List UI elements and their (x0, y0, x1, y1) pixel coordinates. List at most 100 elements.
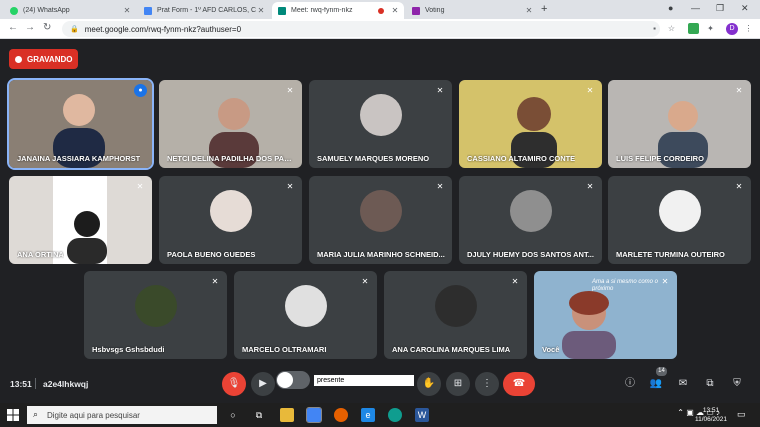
task-view-icon[interactable]: ⧉ (252, 408, 266, 422)
forward-icon[interactable]: → (25, 22, 35, 33)
close-tab-icon[interactable]: ✕ (122, 6, 132, 15)
tab-search-icon[interactable]: ● (668, 3, 673, 13)
search-icon: ⌕ (33, 409, 39, 419)
meet-stage: GRAVANDO ● JANAINA JASSIARA KAMPHORST ✕ … (0, 39, 760, 403)
participant-avatar (209, 190, 252, 233)
participant-tile[interactable]: ✕ MARCELO OLTRAMARI (234, 271, 377, 359)
menu-icon[interactable]: ⋮ (743, 23, 754, 34)
voting-icon (412, 6, 420, 15)
close-tab-icon[interactable]: ✕ (524, 6, 534, 15)
participant-tile[interactable]: ✕ PAOLA BUENO GUEDES (159, 176, 302, 264)
participant-avatar (359, 94, 402, 137)
mic-off-icon: ✕ (286, 86, 294, 95)
participant-tile[interactable]: ✕ LUIS FELIPE CORDEIRO (608, 80, 751, 168)
firefox-icon[interactable] (334, 408, 348, 422)
camera-toggle-button[interactable]: ▶ (251, 372, 275, 396)
participant-tile[interactable]: ✕ Hsbvsgs Gshsbdudi (84, 271, 227, 359)
people-count-badge: 14 (656, 367, 667, 376)
close-window-icon[interactable]: ✕ (741, 3, 749, 14)
restore-icon[interactable]: ❐ (716, 3, 724, 14)
participant-tile[interactable]: ✕ SAMUELY MARQUES MORENO (309, 80, 452, 168)
tab-voting[interactable]: Voting ✕ (406, 2, 538, 19)
participant-name: ANA ORTINA (17, 250, 64, 259)
activities-icon[interactable]: ⧉ (703, 377, 717, 391)
raise-hand-button[interactable]: ✋ (417, 372, 441, 396)
more-options-button[interactable]: ⋮ (475, 372, 499, 396)
participant-tile[interactable]: ● JANAINA JASSIARA KAMPHORST (7, 78, 154, 170)
lock-icon: 🔒 (70, 26, 79, 33)
mic-off-icon: ✕ (735, 182, 743, 191)
participant-name: Você (542, 345, 560, 354)
mic-off-icon: ✕ (735, 86, 743, 95)
edge-icon[interactable] (388, 408, 402, 422)
mic-off-icon: ✕ (511, 277, 519, 286)
star-icon[interactable]: ☆ (666, 23, 677, 34)
record-dot-icon (15, 55, 22, 63)
tab-whatsapp[interactable]: (24) WhatsApp ✕ (4, 2, 136, 19)
mic-off-icon: ✕ (436, 86, 444, 95)
browser-tab-bar: (24) WhatsApp ✕ Prat Form - 1º AFD CARLO… (0, 0, 760, 19)
tab-title: Meet: rwq-fynm-nkz (291, 7, 353, 14)
info-icon[interactable]: ⓘ (623, 377, 637, 391)
participant-tile[interactable]: ✕ MARIA JULIA MARINHO SCHNEID... (309, 176, 452, 264)
end-call-button[interactable]: ☎ (503, 372, 535, 396)
participant-tile[interactable]: ✕ CASSIANO ALTAMIRO CONTE (459, 80, 602, 168)
participant-name: CASSIANO ALTAMIRO CONTE (467, 154, 576, 163)
mic-toggle-button[interactable]: 🎙 (222, 372, 246, 396)
participant-avatar (134, 285, 177, 328)
camera-icon[interactable]: ▪ (649, 23, 660, 34)
participant-name: MARIA JULIA MARINHO SCHNEID... (317, 250, 445, 259)
participant-avatar (658, 190, 701, 233)
participant-tile[interactable]: ✕ MARLETE TURMINA OUTEIRO (608, 176, 751, 264)
taskbar-clock[interactable]: 13:51 11/06/2021 (693, 406, 729, 424)
back-icon[interactable]: ← (8, 22, 18, 33)
file-explorer-icon[interactable] (280, 408, 294, 422)
mic-off-icon: ✕ (586, 182, 594, 191)
tab-title: Prat Form - 1º AFD CARLOS, C E (157, 7, 256, 14)
participant-tile[interactable]: ✕ DJULY HUEMY DOS SANTOS ANT... (459, 176, 602, 264)
mic-off-icon: ✕ (361, 277, 369, 286)
puzzle-icon[interactable]: ✦ (705, 23, 716, 34)
tab-prat-form[interactable]: Prat Form - 1º AFD CARLOS, C E ✕ (138, 2, 270, 19)
chat-icon[interactable]: ✉ (676, 377, 690, 391)
participant-avatar (359, 190, 402, 233)
participant-tile[interactable]: ✕ ANA ORTINA (9, 176, 152, 264)
host-controls-icon[interactable]: ⛨ (730, 377, 744, 391)
url-text: meet.google.com/rwq-fynm-nkz?authuser=0 (84, 24, 242, 34)
whatsapp-icon (10, 6, 18, 15)
taskbar-search-field[interactable]: ⌕ Digite aqui para pesquisar (27, 406, 217, 424)
search-placeholder: Digite aqui para pesquisar (47, 410, 140, 420)
tab-title: Voting (425, 7, 445, 14)
participant-name: ANA CAROLINA MARQUES LIMA (392, 345, 511, 354)
attendance-input[interactable] (314, 375, 414, 386)
participant-tile[interactable]: ✕ ANA CAROLINA MARQUES LIMA (384, 271, 527, 359)
tab-meet[interactable]: Meet: rwq-fynm-nkz ✕ (272, 2, 404, 19)
attendance-toggle[interactable] (276, 371, 310, 389)
participant-avatar (284, 285, 327, 328)
participant-tile[interactable]: ✕ NETCI DELINA PADILHA DOS PAS... (159, 80, 302, 168)
url-field[interactable]: 🔒 meet.google.com/rwq-fynm-nkz?authuser=… (62, 21, 660, 37)
extension-icon[interactable] (688, 23, 699, 34)
present-screen-button[interactable]: ⊞ (446, 372, 470, 396)
internet-explorer-icon[interactable]: e (361, 408, 375, 422)
people-icon[interactable]: 👥 (649, 377, 663, 391)
participant-name: MARLETE TURMINA OUTEIRO (616, 250, 725, 259)
word-icon[interactable]: W (415, 408, 429, 422)
meeting-time: 13:51 (10, 379, 32, 389)
minimize-icon[interactable]: — (691, 3, 700, 13)
windows-start-icon[interactable] (7, 409, 19, 421)
new-tab-button[interactable]: + (541, 3, 547, 15)
clock-time: 13:51 (702, 407, 720, 414)
forms-icon (144, 6, 152, 15)
recording-indicator-icon (378, 7, 384, 14)
reload-icon[interactable]: ↻ (43, 22, 51, 33)
self-tile[interactable]: Ama a si mesmo como o próximo ✕ Você (534, 271, 677, 359)
close-tab-icon[interactable]: ✕ (256, 6, 266, 15)
notification-icon[interactable]: ▭ (737, 409, 746, 420)
close-tab-icon[interactable]: ✕ (390, 6, 400, 15)
meet-icon (278, 6, 286, 15)
profile-avatar[interactable]: D (726, 23, 738, 35)
cortana-icon[interactable]: ○ (226, 408, 240, 422)
participant-name: SAMUELY MARQUES MORENO (317, 154, 430, 163)
chrome-icon[interactable] (306, 407, 322, 423)
